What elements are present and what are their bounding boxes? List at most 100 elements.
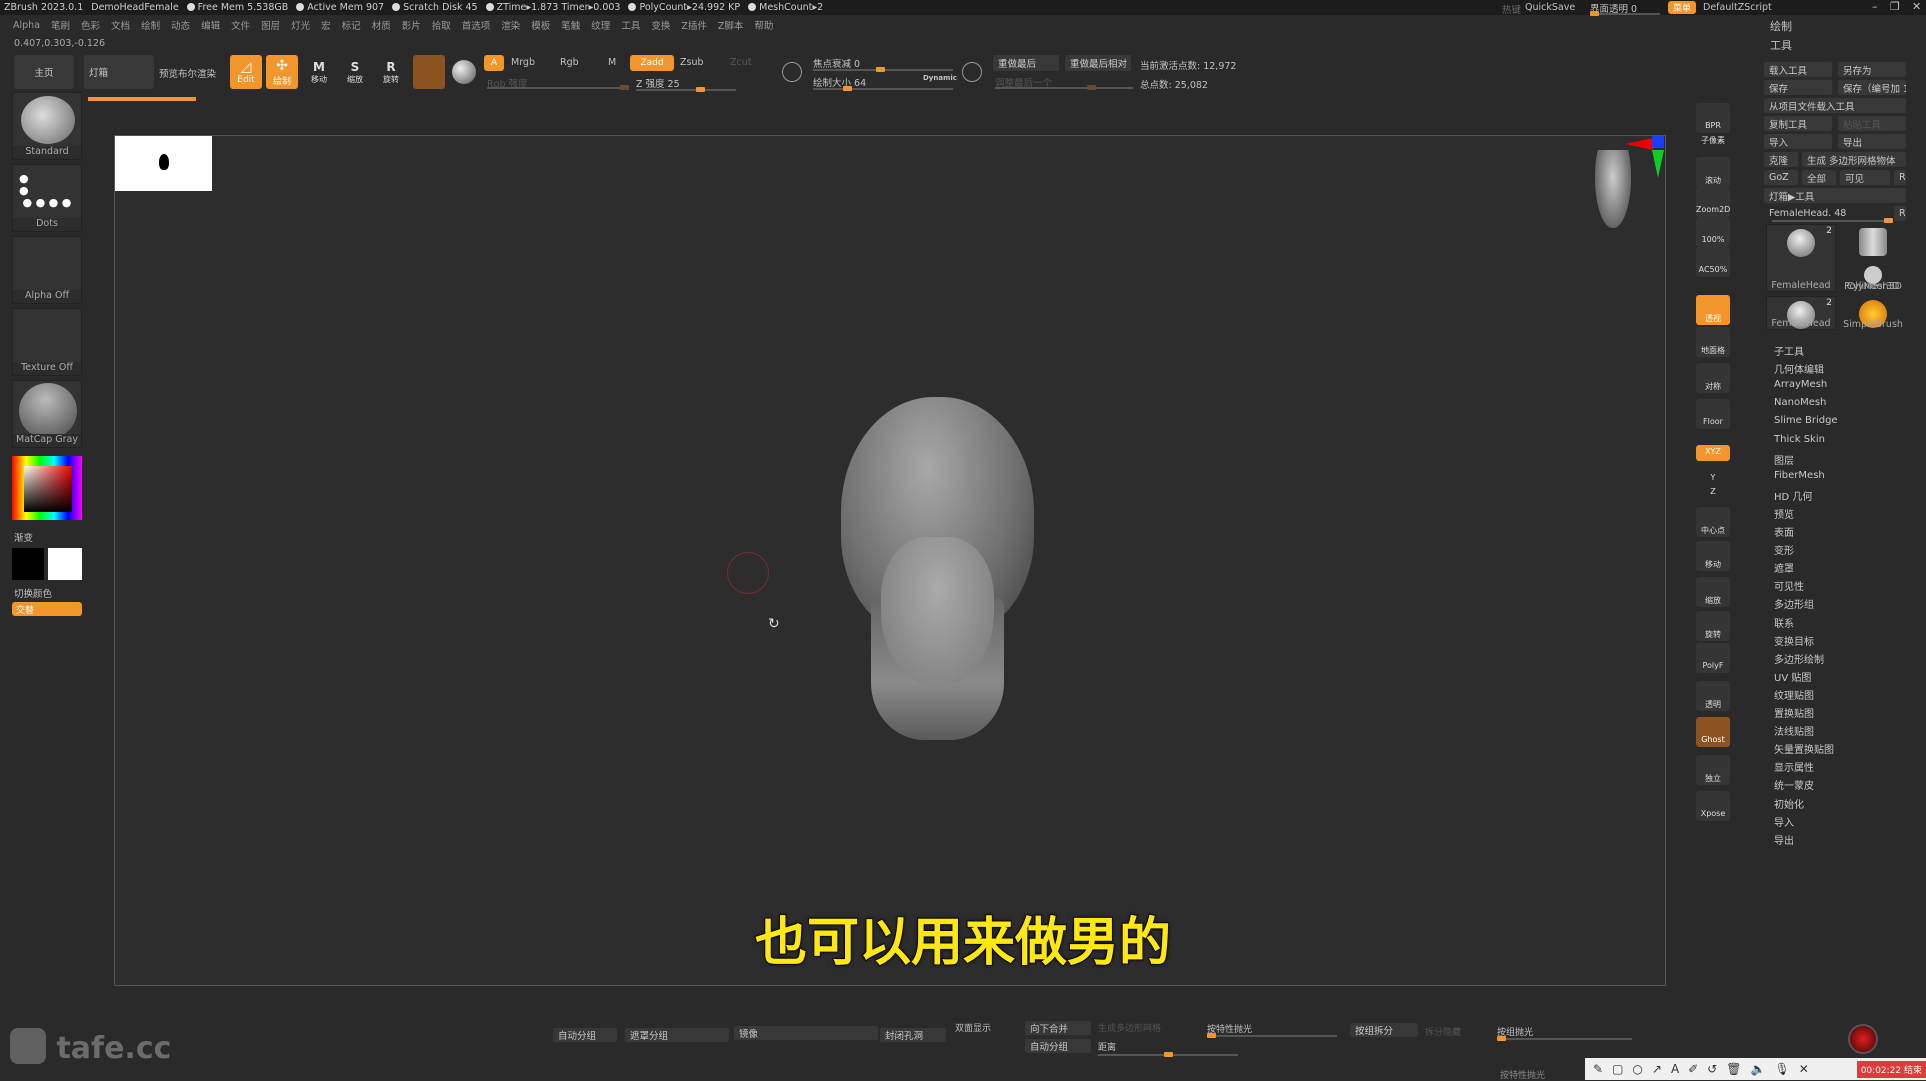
tool-button-10[interactable]: 生成 多边形网格物体 — [1802, 152, 1906, 167]
menu-1[interactable]: 笔刷 — [51, 18, 70, 32]
material-sphere-button[interactable] — [413, 55, 445, 89]
minimize-icon[interactable]: – — [1872, 0, 1878, 13]
pen-icon[interactable]: ✎ — [1593, 1062, 1603, 1076]
menu-18[interactable]: 笔触 — [561, 18, 580, 32]
alpha-selector[interactable]: Alpha Off — [12, 236, 82, 304]
focal-shift-slider[interactable]: 焦点衰减 0 — [813, 56, 860, 70]
menu-7[interactable]: 文件 — [231, 18, 250, 32]
circle-icon[interactable]: ○ — [1632, 1062, 1642, 1076]
tool-button-8[interactable]: 导出 — [1838, 134, 1906, 149]
menu-2[interactable]: 色彩 — [81, 18, 100, 32]
m-toggle[interactable]: M — [608, 57, 616, 68]
tool-section-22[interactable]: 矢量置换贴图 — [1774, 741, 1834, 756]
tool-section-15[interactable]: 联系 — [1774, 615, 1794, 630]
tool-section-24[interactable]: 统一蒙皮 — [1774, 777, 1814, 792]
tool-section-3[interactable]: NanoMesh — [1774, 397, 1826, 408]
tool-button-9[interactable]: 克隆 — [1764, 152, 1798, 167]
restore-icon[interactable]: ❐ — [1890, 0, 1900, 13]
menu-16[interactable]: 渲染 — [501, 18, 520, 32]
menu-12[interactable]: 材质 — [372, 18, 391, 32]
tool-button-5[interactable]: 复制工具 — [1764, 116, 1832, 131]
menu-15[interactable]: 首选项 — [462, 18, 491, 32]
rgb-toggle[interactable]: Rgb — [560, 57, 579, 68]
undo-icon[interactable]: ↺ — [1707, 1062, 1717, 1076]
tool-section-14[interactable]: 多边形组 — [1774, 596, 1814, 611]
menu-9[interactable]: 灯光 — [291, 18, 310, 32]
shelf-button-13[interactable]: 中心点 — [1696, 507, 1730, 537]
edit-button[interactable]: ◿ Edit — [230, 55, 262, 89]
group-visible-button[interactable]: 遮罩分组 — [625, 1028, 729, 1042]
tool-section-26[interactable]: 导入 — [1774, 814, 1794, 829]
highlighter-icon[interactable]: ✐ — [1688, 1062, 1698, 1076]
shelf-button-2[interactable]: 滚动 — [1696, 157, 1730, 187]
text-icon[interactable]: A — [1671, 1062, 1679, 1076]
auto-group-button[interactable]: 自动分组 — [553, 1028, 617, 1042]
tool-section-20[interactable]: 置换贴图 — [1774, 705, 1814, 720]
menu-4[interactable]: 绘制 — [141, 18, 160, 32]
mrgb-toggle[interactable]: Mrgb — [511, 57, 535, 68]
tool-button-1[interactable]: 另存为 — [1838, 62, 1906, 77]
tool-section-2[interactable]: ArrayMesh — [1774, 379, 1827, 390]
switch-color-button[interactable]: 切换颜色 — [14, 586, 52, 600]
tool-section-17[interactable]: 多边形绘制 — [1774, 651, 1824, 666]
bpr-button[interactable]: 预览布尔渲染 — [159, 66, 216, 80]
tool-section-10[interactable]: 表面 — [1774, 524, 1794, 539]
female-head-model[interactable] — [831, 397, 1044, 740]
shelf-button-9[interactable]: Floor — [1696, 399, 1730, 429]
tool-section-21[interactable]: 法线贴图 — [1774, 723, 1814, 738]
material-selector[interactable]: MatCap Gray — [12, 380, 82, 448]
alternate-button[interactable]: 交替 — [12, 602, 82, 616]
menu-6[interactable]: 编辑 — [201, 18, 220, 32]
trash-icon[interactable]: 🗑 — [1726, 1062, 1741, 1076]
shelf-button-4[interactable]: 100% — [1696, 217, 1730, 247]
secondary-color-swatch[interactable] — [12, 548, 44, 580]
draw-palette-header[interactable]: 绘制 — [1770, 18, 1792, 34]
tool-section-1[interactable]: 几何体编辑 — [1774, 361, 1824, 376]
z-intensity-slider[interactable]: Z 强度 25 — [636, 76, 680, 90]
group-split-button[interactable]: 按组拆分 — [1350, 1023, 1418, 1037]
draw-size-slider[interactable]: 绘制大小 64 — [813, 75, 866, 89]
gradient-label[interactable]: 渐变 — [14, 530, 33, 544]
color-picker[interactable] — [12, 456, 82, 520]
scale-button[interactable]: S 缩放 — [340, 55, 370, 89]
menu-17[interactable]: 模板 — [531, 18, 550, 32]
navigation-thumbnail[interactable] — [115, 136, 212, 191]
tool-slider[interactable] — [1772, 218, 1893, 223]
lightbox-button[interactable]: 灯箱 — [84, 55, 154, 89]
shelf-button-1[interactable]: 子像素 — [1696, 135, 1730, 149]
tool-button-2[interactable]: 保存 — [1764, 80, 1832, 95]
rotate-button[interactable]: R 旋转 — [376, 55, 406, 89]
rectangle-icon[interactable]: ▢ — [1612, 1062, 1623, 1076]
tool-section-8[interactable]: HD 几何 — [1774, 488, 1812, 503]
tool-section-27[interactable]: 导出 — [1774, 832, 1794, 847]
redo-last-relative-button[interactable]: 重做最后相对 — [1065, 55, 1131, 71]
split-hidden-button[interactable]: 拆分隐藏 — [1425, 1025, 1461, 1038]
shelf-button-11[interactable]: Y — [1696, 473, 1730, 487]
menu-5[interactable]: 动态 — [171, 18, 190, 32]
tool-section-13[interactable]: 可见性 — [1774, 578, 1804, 593]
recording-timer[interactable]: 00:02:22 结束 — [1856, 1060, 1926, 1078]
arrow-icon[interactable]: ↗ — [1652, 1062, 1662, 1076]
shelf-button-18[interactable]: 透明 — [1696, 681, 1730, 711]
quicksave-button[interactable]: QuickSave — [1525, 2, 1575, 13]
menu-20[interactable]: 工具 — [621, 18, 640, 32]
redo-last-button[interactable]: 重做最后 — [993, 55, 1059, 71]
tool-button-6[interactable]: 粘贴工具 — [1838, 116, 1906, 131]
tool-button-14[interactable]: R — [1894, 170, 1906, 185]
menu-23[interactable]: Z脚本 — [718, 18, 744, 32]
tool-thumbnail[interactable]: FemaleHead 2 — [1766, 224, 1836, 292]
close-holes-button[interactable]: 封闭孔洞 — [880, 1028, 946, 1042]
shelf-button-16[interactable]: 旋转 — [1696, 611, 1730, 641]
distance-slider[interactable]: 距离 — [1098, 1040, 1116, 1053]
shelf-button-6[interactable]: 透视 — [1696, 295, 1730, 325]
texture-selector[interactable]: Texture Off — [12, 308, 82, 376]
close-icon[interactable]: ✕ — [1799, 1062, 1809, 1076]
tool-section-7[interactable]: FiberMesh — [1774, 470, 1825, 481]
menu-14[interactable]: 拾取 — [432, 18, 451, 32]
tool-button-3[interactable]: 保存（编号加 1） — [1838, 80, 1906, 95]
tool-button-4[interactable]: 从项目文件载入工具 — [1764, 98, 1906, 113]
tool-section-0[interactable]: 子工具 — [1774, 343, 1804, 358]
shelf-button-20[interactable]: 独立 — [1696, 755, 1730, 785]
merge-down-button[interactable]: 向下合并 — [1025, 1021, 1091, 1035]
tool-section-23[interactable]: 显示属性 — [1774, 759, 1814, 774]
